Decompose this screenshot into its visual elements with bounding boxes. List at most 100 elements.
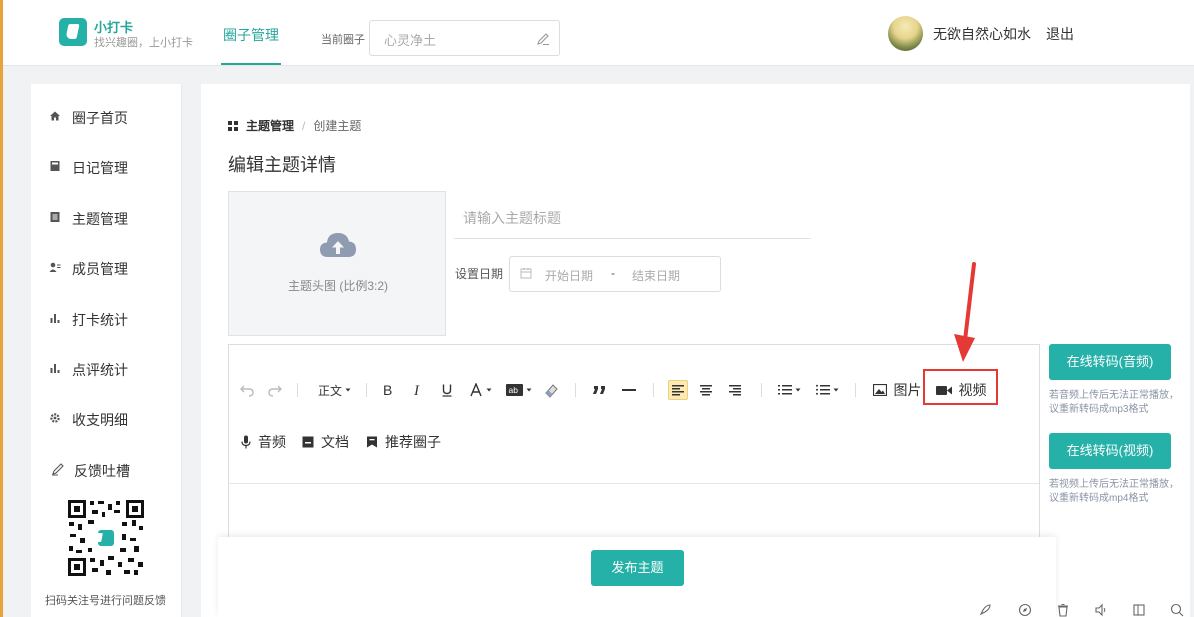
calendar-icon — [520, 268, 532, 279]
video-button-highlight — [923, 369, 998, 405]
current-circle-value: 心灵净土 — [384, 33, 437, 48]
sidebar-item-label: 打卡统计 — [72, 312, 128, 328]
align-left-button[interactable] — [668, 380, 688, 400]
sidebar-item-topic[interactable]: 主题管理 — [31, 200, 182, 236]
recommend-circle-button[interactable]: 推荐圈子 — [366, 433, 441, 451]
transcode-video-button[interactable]: 在线转码(视频) — [1049, 433, 1171, 469]
paragraph-format-dropdown[interactable]: 正文 — [315, 381, 355, 399]
bold-icon: B — [383, 383, 392, 397]
bar-chart-icon — [50, 314, 60, 323]
rocket-icon[interactable] — [978, 603, 992, 617]
tab-circle-management[interactable]: 圈子管理 — [221, 0, 281, 65]
bulleted-list-dropdown[interactable] — [814, 381, 842, 399]
transcode-video-hint: 若视频上传后无法正常播放，议重新转码成mp4格式 — [1049, 479, 1179, 504]
quote-button[interactable] — [591, 381, 607, 399]
date-range-picker[interactable]: 开始日期 - 结束日期 — [509, 256, 721, 292]
underline-icon — [442, 384, 452, 397]
sidebar-item-review-stats[interactable]: 点评统计 — [31, 351, 182, 387]
user-avatar[interactable] — [888, 16, 923, 51]
insert-audio-button[interactable]: 音频 — [241, 433, 286, 451]
insert-document-label: 文档 — [321, 434, 349, 450]
toolbar-divider — [366, 383, 367, 397]
sidebar-item-members[interactable]: 成员管理 — [31, 250, 182, 286]
speaker-icon[interactable] — [1094, 603, 1108, 617]
logout-link[interactable]: 退出 — [1046, 24, 1074, 44]
page-title: 编辑主题详情 — [228, 155, 336, 175]
document-icon — [302, 436, 314, 448]
italic-button[interactable]: I — [411, 381, 425, 399]
cover-image-upload[interactable]: 主题头图 (比例3:2) — [228, 191, 446, 336]
start-date-input[interactable]: 开始日期 — [545, 267, 593, 284]
paragraph-format-label: 正文 — [317, 383, 342, 398]
username[interactable]: 无欲自然心如水 — [933, 24, 1031, 44]
transcode-audio-button[interactable]: 在线转码(音频) — [1049, 344, 1171, 380]
undo-icon — [240, 385, 254, 397]
underline-button[interactable] — [440, 381, 454, 399]
publish-topic-button[interactable]: 发布主题 — [591, 550, 684, 586]
brand-slogan: 找兴趣圈，上小打卡 — [94, 37, 193, 49]
end-date-input[interactable]: 结束日期 — [632, 267, 680, 284]
date-separator: - — [611, 266, 615, 280]
ordered-list-icon — [778, 385, 792, 395]
window-icon[interactable] — [1132, 603, 1146, 617]
background-color-dropdown[interactable]: ab — [504, 381, 534, 399]
undo-button[interactable] — [239, 381, 255, 399]
ordered-list-dropdown[interactable] — [776, 381, 804, 399]
image-icon — [872, 384, 887, 396]
toolbar-divider — [761, 383, 762, 397]
sidebar-item-label: 成员管理 — [72, 261, 128, 277]
font-color-dropdown[interactable] — [468, 381, 494, 399]
sidebar-item-label: 日记管理 — [72, 160, 128, 176]
caret-down-icon — [345, 388, 351, 392]
bold-button[interactable]: B — [381, 381, 395, 399]
svg-text:B: B — [383, 383, 392, 397]
highlight-color-icon: ab — [505, 384, 523, 396]
window-edge — [0, 0, 3, 617]
topic-icon — [50, 212, 60, 222]
toolbar-divider — [855, 383, 856, 397]
current-circle-select[interactable]: 心灵净土 — [369, 20, 560, 56]
italic-icon: I — [413, 383, 420, 397]
topic-title-input[interactable]: 请输入主题标题 — [454, 201, 811, 239]
toolbar-divider — [575, 383, 576, 397]
sidebar-item-label: 收支明细 — [72, 412, 128, 428]
insert-audio-label: 音频 — [258, 434, 286, 450]
sidebar-item-home[interactable]: 圈子首页 — [31, 99, 182, 135]
caret-down-icon — [833, 388, 839, 392]
breadcrumb: 主题管理 / 创建主题 — [228, 117, 361, 134]
eraser-icon — [544, 383, 558, 398]
date-label: 设置日期 — [455, 267, 504, 281]
font-color-icon — [470, 383, 482, 397]
search-icon[interactable] — [1170, 603, 1184, 617]
align-right-button[interactable] — [727, 381, 743, 399]
align-center-button[interactable] — [698, 381, 714, 399]
sidebar-item-checkin-stats[interactable]: 打卡统计 — [31, 301, 182, 337]
bookmark-icon — [367, 436, 377, 448]
current-circle-label: 当前圈子 — [321, 34, 365, 46]
toolbar-divider — [653, 383, 654, 397]
insert-document-button[interactable]: 文档 — [302, 433, 349, 451]
sidebar-item-finance[interactable]: 收支明细 — [31, 401, 182, 437]
cover-image-caption: 主题头图 (比例3:2) — [287, 279, 388, 293]
qr-code-image — [66, 498, 146, 578]
gear-icon — [50, 413, 60, 423]
diary-icon — [50, 161, 60, 171]
annotation-arrow-icon — [954, 262, 976, 362]
edit-pencil-icon[interactable] — [536, 32, 550, 46]
quote-icon — [593, 386, 605, 394]
breadcrumb-topic-management[interactable]: 主题管理 — [246, 119, 294, 133]
insert-image-button[interactable]: 图片 — [872, 381, 922, 399]
horizontal-rule-button[interactable] — [621, 381, 637, 399]
toolbar-divider — [297, 383, 298, 397]
trash-icon[interactable] — [1056, 603, 1070, 617]
publish-bar: 发布主题 — [218, 537, 1056, 617]
redo-button[interactable] — [267, 381, 283, 399]
sidebar-item-diary[interactable]: 日记管理 — [31, 149, 182, 185]
align-right-icon — [729, 385, 741, 396]
sidebar-item-feedback[interactable]: 反馈吐槽 — [31, 452, 182, 488]
app-logo-icon[interactable] — [59, 18, 87, 46]
clear-format-button[interactable] — [543, 381, 559, 399]
sidebar-item-label: 圈子首页 — [72, 110, 128, 126]
editor-toolbar: 正文 B I ab 图片 视频 音频 文档 推荐圈子 — [229, 345, 1039, 484]
compass-icon[interactable] — [1018, 603, 1032, 617]
